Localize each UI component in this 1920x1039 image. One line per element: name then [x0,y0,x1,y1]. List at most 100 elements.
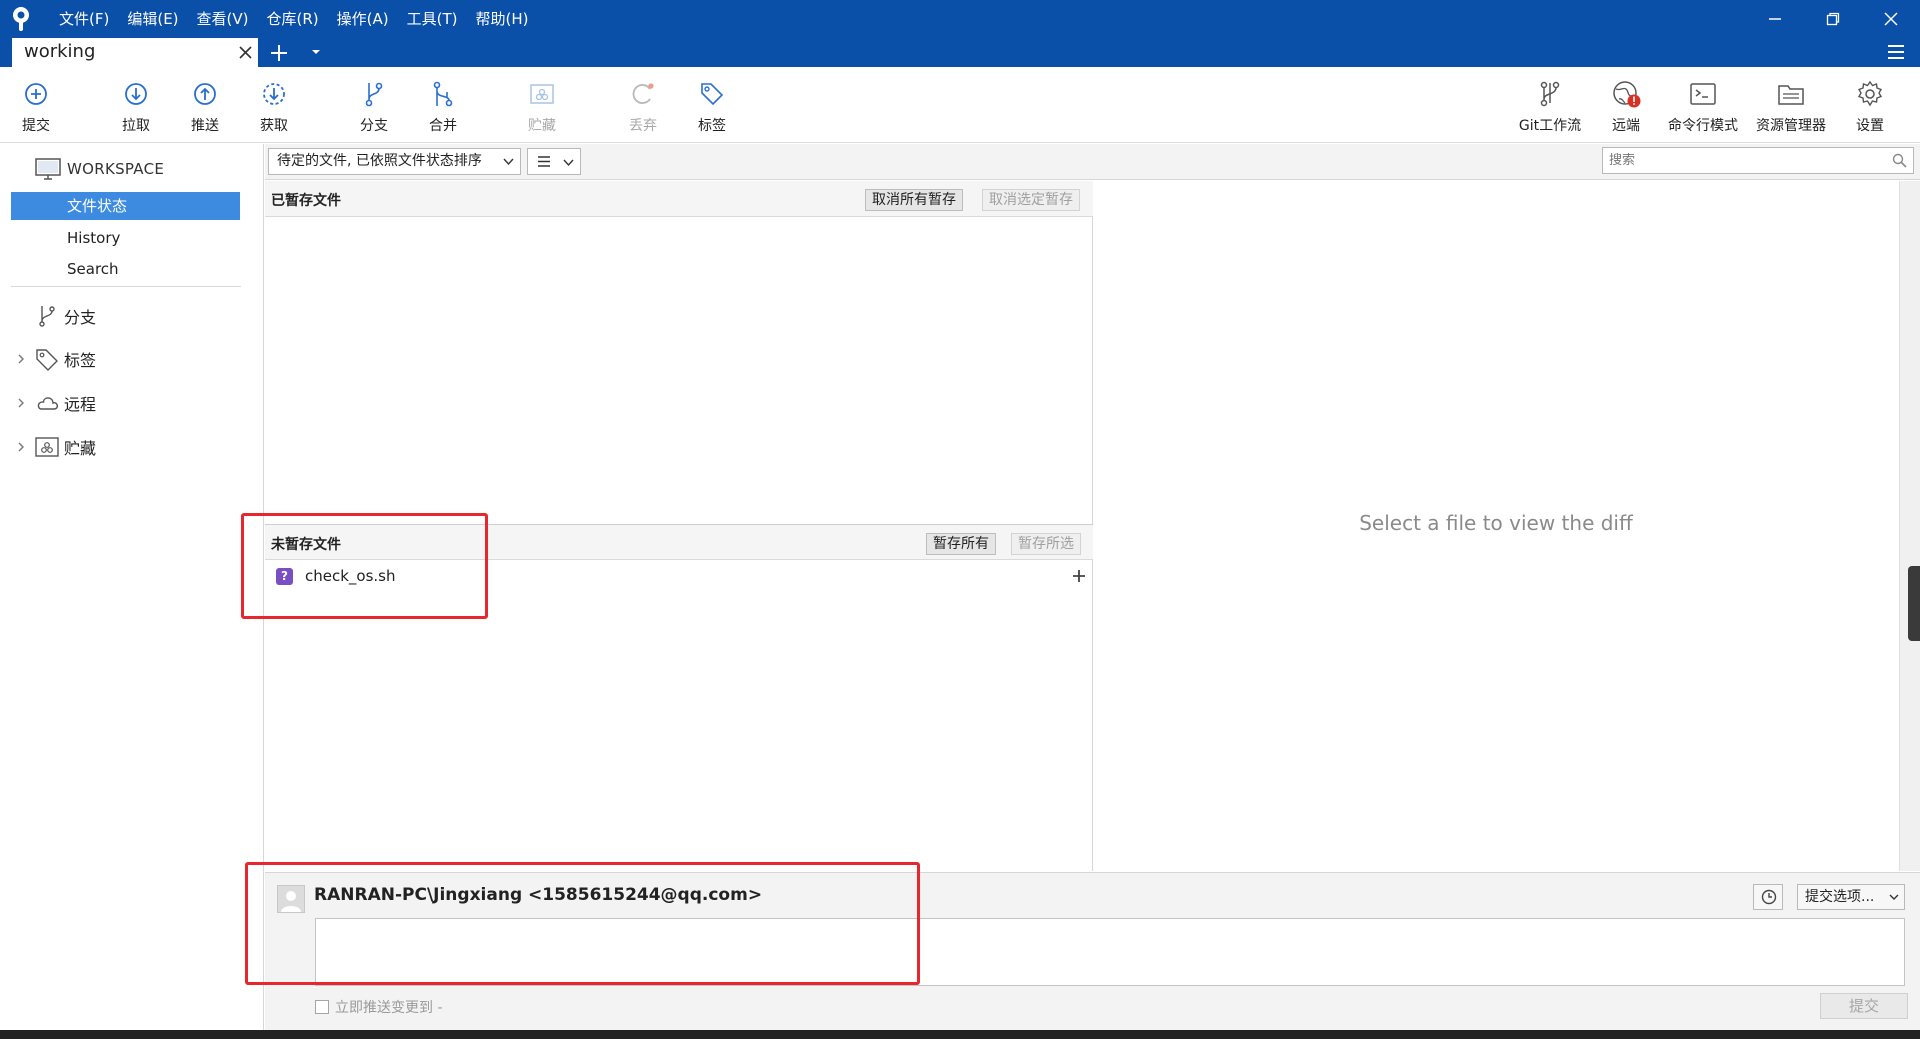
discard-toolbar-button[interactable]: 丢弃 [619,67,667,143]
restore-button[interactable] [1804,0,1862,37]
commit-options-dropdown[interactable]: 提交选项... [1797,884,1905,910]
chevron-right-icon[interactable] [14,440,28,454]
sidebar: WORKSPACE 文件状态 History Search 分支 标签 远程 贮… [0,144,264,1030]
new-tab-icon[interactable] [268,42,290,64]
list-view-icon [538,156,550,167]
tab-close-icon[interactable] [237,44,254,61]
fetch-icon [263,83,285,105]
merge-icon [433,81,453,107]
menu-file[interactable]: 文件(F) [50,8,118,29]
workspace-header: WORKSPACE [35,158,164,180]
gitflow-toolbar-button[interactable]: Git工作流 [1512,67,1588,143]
terminal-icon [1690,83,1716,105]
menu-repository[interactable]: 仓库(R) [258,8,328,29]
explorer-toolbar-button[interactable]: 资源管理器 [1752,67,1830,143]
menu-tools[interactable]: 工具(T) [398,8,467,29]
sidebar-group-branches[interactable]: 分支 [14,301,96,331]
search-box [1602,147,1914,174]
tab-bar: working [0,37,1920,67]
tab-title: working [24,41,96,62]
annotation-box-unstaged [241,513,488,619]
commit-icon [25,83,47,105]
staged-files-title: 已暂存文件 [271,193,341,209]
hamburger-menu-icon[interactable] [1886,43,1906,61]
clock-icon [1761,889,1777,905]
stash-icon [35,437,59,457]
tab-dropdown-icon[interactable] [308,44,324,60]
staged-files-header: 已暂存文件 取消所有暂存 取消选定暂存 [265,181,1093,217]
stash-toolbar-button[interactable]: 贮藏 [518,67,566,143]
push-immediately-option[interactable]: 立即推送变更到 - [315,997,443,1017]
diff-empty-message: Select a file to view the diff [1359,511,1633,535]
fetch-toolbar-button[interactable]: 获取 [250,67,298,143]
diff-pane: Select a file to view the diff [1094,181,1898,871]
pull-toolbar-button[interactable]: 拉取 [112,67,160,143]
close-icon [1884,11,1898,26]
menu-actions[interactable]: 操作(A) [328,8,398,29]
settings-toolbar-button[interactable]: 设置 [1848,67,1892,143]
push-icon [194,83,216,105]
sidebar-group-remotes[interactable]: 远程 [14,388,96,418]
stage-selected-button[interactable]: 暂存所选 [1011,533,1081,555]
menu-bar: 文件(F) 编辑(E) 查看(V) 仓库(R) 操作(A) 工具(T) 帮助(H… [50,0,537,37]
folder-icon [1778,85,1804,105]
sidebar-item-search[interactable]: Search [11,255,240,283]
branch-icon [39,306,55,327]
minimize-icon [1769,17,1781,20]
menu-edit[interactable]: 编辑(E) [118,8,187,29]
toolbar: 提交 拉取 推送 获取 分支 合并 贮藏 丢弃 标签 Git工作流 远端 命令行… [0,67,1920,143]
commit-history-button[interactable] [1753,884,1783,910]
push-checkbox[interactable] [315,1000,329,1014]
stage-file-plus-icon[interactable] [1071,568,1087,584]
tab-working[interactable]: working [12,38,258,67]
branch-toolbar-button[interactable]: 分支 [350,67,398,143]
gitflow-icon [1540,81,1560,107]
tag-icon [36,349,58,371]
stage-all-button[interactable]: 暂存所有 [926,533,996,555]
remote-toolbar-button[interactable]: 远端 [1603,67,1649,143]
title-bar: 文件(F) 编辑(E) 查看(V) 仓库(R) 操作(A) 工具(T) 帮助(H… [0,0,1920,37]
chevron-down-icon [1889,894,1899,900]
tag-toolbar-button[interactable]: 标签 [688,67,736,143]
sidebar-divider [11,286,241,287]
cloud-icon [37,397,59,410]
chevron-right-icon[interactable] [14,396,28,410]
terminal-toolbar-button[interactable]: 命令行模式 [1664,67,1742,143]
scrollbar-thumb[interactable] [1908,566,1920,641]
sidebar-item-history[interactable]: History [11,224,240,252]
sidebar-group-tags[interactable]: 标签 [14,344,96,374]
minimize-button[interactable] [1746,0,1804,37]
filter-bar: 待定的文件, 已依照文件状态排序 [265,144,1920,180]
unstage-selected-button[interactable]: 取消选定暂存 [982,189,1080,211]
commit-toolbar-button[interactable]: 提交 [12,67,60,143]
commit-button[interactable]: 提交 [1820,993,1908,1019]
monitor-icon [35,158,61,180]
menu-view[interactable]: 查看(V) [188,8,258,29]
stash-icon [530,84,554,104]
discard-icon [632,83,654,104]
sourcetree-logo-icon [13,7,29,31]
chevron-down-icon [563,159,574,167]
search-icon [1892,153,1907,168]
chevron-down-icon [503,158,514,166]
search-input[interactable] [1609,153,1879,168]
close-window-button[interactable] [1862,0,1920,37]
sidebar-item-file-status[interactable]: 文件状态 [11,192,240,220]
chevron-right-icon[interactable] [14,352,28,366]
globe-icon [1613,81,1641,108]
unstage-all-button[interactable]: 取消所有暂存 [865,189,963,211]
taskbar-edge [0,1030,1920,1039]
sidebar-group-stashes[interactable]: 贮藏 [14,432,96,462]
file-sort-dropdown[interactable]: 待定的文件, 已依照文件状态排序 [268,148,521,175]
restore-icon [1826,12,1840,25]
gear-icon [1857,80,1883,107]
push-toolbar-button[interactable]: 推送 [181,67,229,143]
pull-icon [125,83,147,105]
branch-icon [365,82,383,107]
menu-help[interactable]: 帮助(H) [466,8,537,29]
view-mode-dropdown[interactable] [527,148,581,175]
merge-toolbar-button[interactable]: 合并 [419,67,467,143]
window-controls [1746,0,1920,37]
annotation-box-commit-author [245,862,920,985]
vertical-scrollbar[interactable] [1899,181,1920,871]
